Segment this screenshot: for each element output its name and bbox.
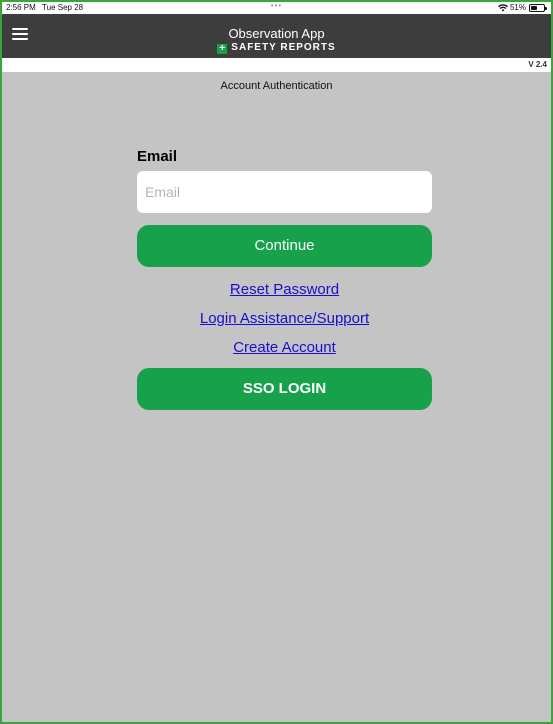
continue-button[interactable]: Continue bbox=[137, 225, 432, 267]
status-bar: 2:56 PM Tue Sep 28 ••• 51% bbox=[2, 2, 551, 14]
sso-login-button[interactable]: SSO LOGIN bbox=[137, 368, 432, 410]
app-frame: 2:56 PM Tue Sep 28 ••• 51% Observation A… bbox=[0, 0, 553, 724]
brand-logo: + SAFETY REPORTS bbox=[2, 42, 551, 54]
app-header: Observation App + SAFETY REPORTS bbox=[2, 14, 551, 58]
battery-percent: 51% bbox=[509, 3, 526, 12]
login-assistance-link[interactable]: Login Assistance/Support bbox=[137, 310, 432, 327]
battery-fill bbox=[531, 6, 538, 10]
create-account-link[interactable]: Create Account bbox=[137, 339, 432, 356]
page-title: Account Authentication bbox=[220, 80, 333, 92]
brand-text: SAFETY REPORTS bbox=[231, 42, 336, 53]
login-form: Email Continue Reset Password Login Assi… bbox=[137, 148, 432, 410]
status-right: 51% bbox=[497, 2, 547, 14]
battery-icon bbox=[529, 4, 547, 12]
email-field[interactable] bbox=[137, 171, 432, 213]
version-label: V 2.4 bbox=[528, 60, 547, 69]
version-bar: V 2.4 bbox=[2, 58, 551, 72]
plus-icon: + bbox=[217, 44, 228, 54]
email-label: Email bbox=[137, 148, 178, 165]
multitasking-dots[interactable]: ••• bbox=[2, 2, 551, 12]
reset-password-link[interactable]: Reset Password bbox=[137, 281, 432, 298]
wifi-icon bbox=[497, 4, 508, 12]
app-title: Observation App bbox=[228, 26, 325, 41]
